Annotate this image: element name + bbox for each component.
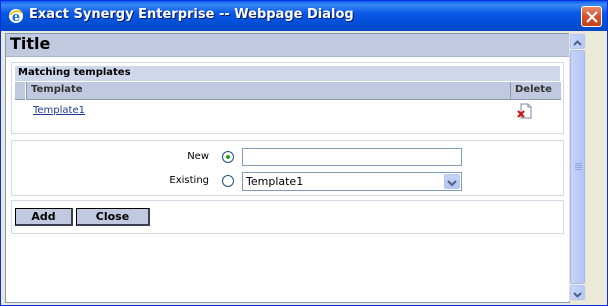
close-icon — [586, 11, 598, 23]
chevron-down-icon — [573, 292, 582, 298]
scroll-up-button[interactable] — [570, 34, 585, 49]
row-indicator-header — [15, 82, 25, 100]
grip-line — [575, 169, 582, 170]
matching-templates-header: Matching templates — [15, 66, 560, 82]
radio-selected-dot — [226, 155, 230, 159]
table-row: Template1 — [15, 101, 560, 121]
delete-document-icon[interactable] — [517, 103, 533, 119]
section-title: Matching templates — [18, 67, 131, 78]
button-panel: Add Close — [11, 200, 564, 234]
new-template-name-input[interactable] — [242, 148, 462, 166]
grip-line — [575, 163, 582, 164]
page-title-bar: Title — [6, 34, 569, 57]
vertical-scrollbar[interactable] — [569, 33, 586, 301]
existing-template-value: Template1 — [246, 175, 304, 188]
grip-line — [575, 167, 582, 168]
template-column-header[interactable]: Template — [26, 82, 511, 100]
close-window-button[interactable] — [581, 6, 602, 27]
scroll-down-button[interactable] — [570, 285, 585, 300]
dialog-content: Title Matching templates Template Delete… — [5, 33, 570, 303]
close-button[interactable]: Close — [76, 208, 150, 226]
chevron-up-icon — [573, 40, 582, 46]
new-radio[interactable] — [222, 151, 234, 163]
add-button[interactable]: Add — [15, 208, 73, 226]
title-bar[interactable]: e Exact Synergy Enterprise -- Webpage Di… — [1, 1, 607, 31]
template-link[interactable]: Template1 — [33, 105, 85, 116]
existing-radio[interactable] — [222, 175, 234, 187]
dialog-window: e Exact Synergy Enterprise -- Webpage Di… — [0, 0, 608, 306]
internet-explorer-icon: e — [8, 8, 24, 25]
template-column-label: Template — [31, 84, 83, 95]
chevron-down-icon[interactable] — [444, 174, 460, 189]
delete-column-header: Delete — [510, 82, 561, 100]
window-title: Exact Synergy Enterprise -- Webpage Dial… — [29, 7, 354, 22]
matching-templates-panel: Matching templates Template Delete Templ… — [11, 62, 564, 134]
template-form-panel: New Existing Template1 — [11, 140, 564, 196]
existing-label: Existing — [169, 175, 209, 186]
existing-template-select[interactable]: Template1 — [242, 172, 462, 191]
delete-column-label: Delete — [515, 84, 552, 95]
scrollbar-thumb[interactable] — [570, 50, 585, 284]
new-label: New — [187, 151, 209, 162]
page-title: Title — [10, 34, 51, 53]
grip-line — [575, 165, 582, 166]
